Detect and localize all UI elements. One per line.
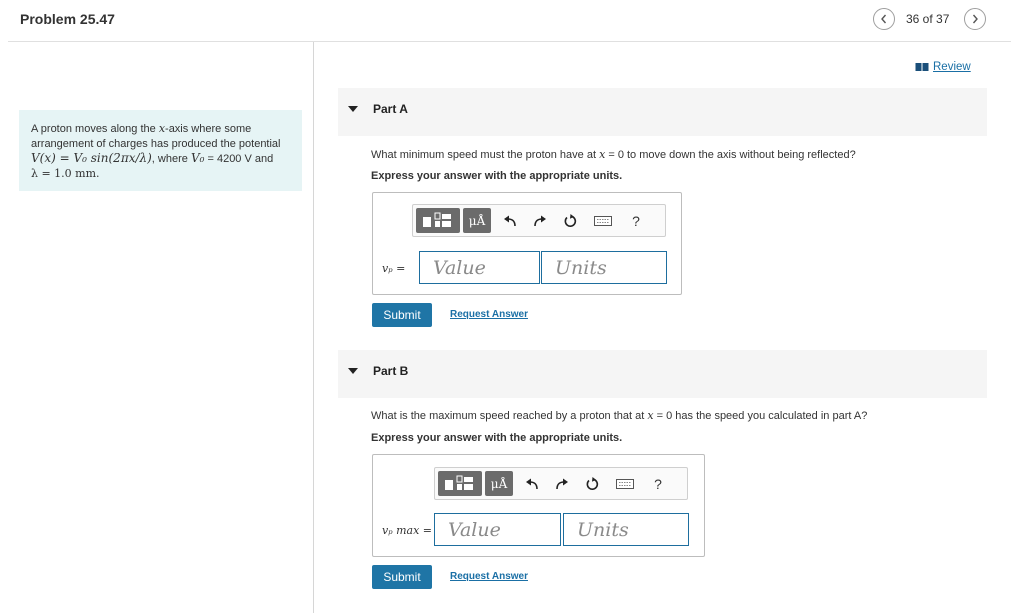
next-button[interactable] bbox=[964, 8, 986, 30]
undo-button[interactable] bbox=[517, 471, 547, 496]
problem-line-2: arrangement of charges has produced the … bbox=[31, 137, 281, 150]
question-text: What minimum speed must the proton have … bbox=[371, 149, 600, 161]
chevron-right-icon bbox=[972, 14, 978, 24]
potential-formula: V(x) = V₀ sin(2πx/λ) bbox=[31, 151, 152, 165]
vp-variable-label: vₚ = bbox=[382, 262, 405, 275]
problem-line-4: λ = 1.0 mm. bbox=[31, 167, 290, 182]
problem-statement: A proton moves along the x-axis where so… bbox=[19, 110, 302, 191]
units-input[interactable]: Units bbox=[563, 513, 689, 546]
collapse-triangle-icon[interactable] bbox=[348, 368, 358, 374]
problem-text: A proton moves along the bbox=[31, 123, 159, 135]
math-variable: V₀ bbox=[190, 151, 205, 165]
redo-button[interactable] bbox=[547, 471, 577, 496]
v0-value: = 4200 V and bbox=[204, 153, 274, 165]
request-answer-link[interactable]: Request Answer bbox=[450, 571, 528, 582]
units-input[interactable]: Units bbox=[541, 251, 667, 284]
review-label[interactable]: Review bbox=[933, 61, 971, 73]
units-button[interactable]: μÅ bbox=[463, 208, 491, 233]
header: Problem 25.47 36 of 37 bbox=[0, 0, 1024, 42]
part-a-label: Part A bbox=[373, 102, 408, 116]
vp-max-variable-label: vₚ max = bbox=[382, 524, 432, 537]
collapse-triangle-icon[interactable] bbox=[348, 106, 358, 112]
header-divider bbox=[8, 41, 1011, 42]
problem-line-1: A proton moves along the x-axis where so… bbox=[31, 122, 290, 137]
redo-icon bbox=[556, 478, 568, 489]
wavelength-value: λ = 1.0 mm. bbox=[31, 166, 100, 180]
templates-button[interactable] bbox=[416, 208, 460, 233]
part-a-header[interactable]: Part A bbox=[338, 88, 987, 136]
chevron-left-icon bbox=[881, 14, 887, 24]
value-input[interactable]: Value bbox=[419, 251, 540, 284]
panel-divider bbox=[313, 42, 314, 613]
previous-button[interactable] bbox=[873, 8, 895, 30]
undo-icon bbox=[504, 215, 516, 226]
problem-counter: 36 of 37 bbox=[906, 12, 950, 26]
templates-button[interactable] bbox=[438, 471, 482, 496]
reset-icon bbox=[586, 476, 599, 490]
var-label-text: vₚ = bbox=[382, 262, 406, 275]
question-text: = 0 has the speed you calculated in part… bbox=[653, 410, 868, 422]
var-label-text: vₚ max = bbox=[382, 524, 433, 537]
reset-button[interactable] bbox=[555, 208, 585, 233]
templates-icon bbox=[445, 475, 473, 490]
math-toolbar: μÅ ? bbox=[412, 204, 666, 237]
part-a-question: What minimum speed must the proton have … bbox=[371, 148, 856, 161]
redo-button[interactable] bbox=[525, 208, 555, 233]
help-button[interactable]: ? bbox=[643, 471, 673, 496]
submit-button[interactable]: Submit bbox=[372, 565, 432, 589]
part-a-answer-box: μÅ ? vₚ = Value Units bbox=[372, 192, 682, 295]
part-b-answer-box: μÅ ? vₚ max = Value Units bbox=[372, 454, 705, 557]
problem-line-3: V(x) = V₀ sin(2πx/λ), where V₀ = 4200 V … bbox=[31, 151, 290, 167]
keyboard-button[interactable] bbox=[607, 471, 643, 496]
units-button[interactable]: μÅ bbox=[485, 471, 513, 496]
undo-button[interactable] bbox=[495, 208, 525, 233]
part-a-instruction: Express your answer with the appropriate… bbox=[371, 170, 623, 182]
part-b-question: What is the maximum speed reached by a p… bbox=[371, 409, 867, 422]
reset-icon bbox=[564, 213, 577, 227]
part-b-header[interactable]: Part B bbox=[338, 350, 987, 398]
keyboard-icon bbox=[616, 478, 634, 489]
templates-icon bbox=[423, 212, 451, 227]
part-b-label: Part B bbox=[373, 364, 409, 378]
help-button[interactable]: ? bbox=[621, 208, 651, 233]
problem-text: -axis where some bbox=[165, 123, 252, 135]
redo-icon bbox=[534, 215, 546, 226]
keyboard-icon bbox=[594, 215, 612, 226]
book-icon bbox=[915, 63, 929, 71]
page-title: Problem 25.47 bbox=[20, 11, 115, 27]
review-link[interactable]: Review bbox=[915, 61, 971, 73]
question-text: What is the maximum speed reached by a p… bbox=[371, 410, 648, 422]
keyboard-button[interactable] bbox=[585, 208, 621, 233]
math-toolbar: μÅ ? bbox=[434, 467, 688, 500]
request-answer-link[interactable]: Request Answer bbox=[450, 309, 528, 320]
reset-button[interactable] bbox=[577, 471, 607, 496]
value-input[interactable]: Value bbox=[434, 513, 561, 546]
submit-button[interactable]: Submit bbox=[372, 303, 432, 327]
problem-text: , where bbox=[151, 153, 191, 165]
question-text: = 0 to move down the axis without being … bbox=[605, 149, 856, 161]
part-b-instruction: Express your answer with the appropriate… bbox=[371, 432, 623, 444]
undo-icon bbox=[526, 478, 538, 489]
